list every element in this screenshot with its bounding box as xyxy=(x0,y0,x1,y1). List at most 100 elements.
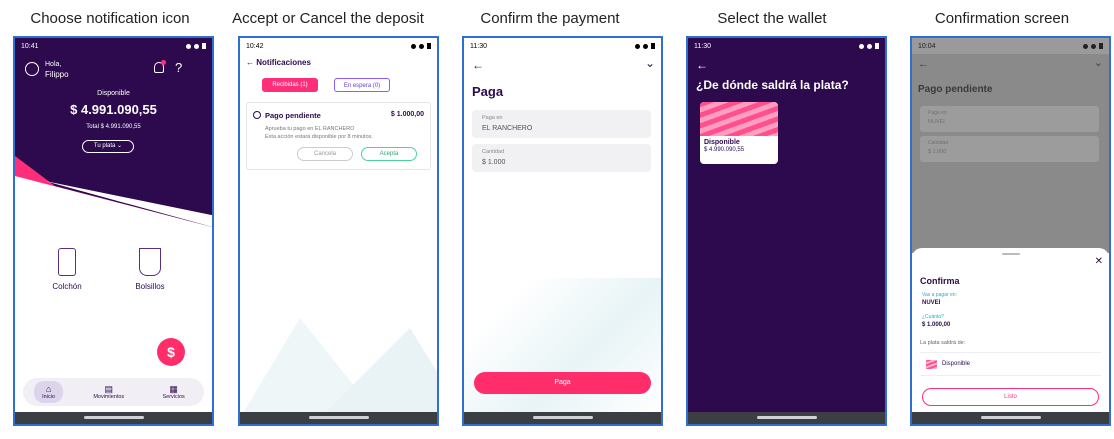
back-arrow-icon[interactable]: ← xyxy=(472,58,484,72)
home-icon: ⌂ xyxy=(45,384,52,394)
background-decoration xyxy=(240,318,437,418)
status-icons xyxy=(186,43,206,49)
status-time: 10:04 xyxy=(918,42,936,50)
system-nav-bar xyxy=(240,412,437,424)
home-header: 10:41 Hola, Filippo ? Disponible $ 4.991… xyxy=(15,38,212,228)
bg-field2-value: $ 1.000 xyxy=(928,149,947,155)
tab-en-espera[interactable]: En espera (0) xyxy=(334,78,390,92)
bottom-nav: ⌂ Inicio ▤ Movimientos ▦ Servicios xyxy=(23,378,204,406)
how-much-label: ¿Cuánto? xyxy=(922,314,944,320)
mattress-icon xyxy=(58,248,76,276)
done-button[interactable]: Listo xyxy=(922,388,1099,406)
pay-button[interactable]: Paga xyxy=(474,372,651,394)
source-label: La plata saldrá de: xyxy=(920,340,966,346)
status-time: 10:42 xyxy=(246,42,264,50)
payment-fab-button[interactable]: $ xyxy=(157,338,185,366)
status-bar: 11:30 xyxy=(464,38,661,54)
accept-button[interactable]: Acepta xyxy=(361,147,417,161)
tile-bolsillos[interactable]: Bolsillos xyxy=(120,248,180,291)
caption-2: Accept or Cancel the deposit xyxy=(232,10,424,27)
merchant-field: Paga en EL RANCHERO xyxy=(472,110,651,138)
background-field-1: Paga en NUVEI xyxy=(920,106,1099,132)
card-desc-line2: Esta acción estará disponible por 8 minu… xyxy=(265,134,373,140)
avatar-icon[interactable] xyxy=(25,62,39,76)
sheet-handle[interactable] xyxy=(1001,253,1020,255)
system-nav-bar xyxy=(464,412,661,424)
tu-plata-button[interactable]: Tu plata ⌄ xyxy=(82,140,134,153)
back-arrow-icon[interactable]: ← xyxy=(696,58,708,72)
pay-to-label: Vas a pagar en: xyxy=(922,292,957,298)
caption-3: Confirm the payment xyxy=(480,10,620,27)
close-icon[interactable]: ✕ xyxy=(1095,256,1103,267)
status-icons xyxy=(411,43,431,49)
nav-movimientos[interactable]: ▤ Movimientos xyxy=(85,381,132,403)
background-field-2: Cantidad $ 1.000 xyxy=(920,136,1099,162)
notification-tabs: Recibidas (1) En espera (0) xyxy=(262,78,429,92)
home-screen: 10:41 Hola, Filippo ? Disponible $ 4.991… xyxy=(13,36,214,426)
bg-field1-label: Paga en xyxy=(928,110,947,116)
receipt-icon: ▤ xyxy=(104,384,113,394)
notification-dot xyxy=(161,60,166,65)
nav-inicio-label: Inicio xyxy=(42,394,55,400)
card-description: Aprueba tu pago en EL RANCHERO Esta acci… xyxy=(265,125,373,141)
confirm-bottom-sheet: ✕ Confirma Vas a pagar en: NUVEI ¿Cuánto… xyxy=(912,248,1109,424)
system-nav-bar xyxy=(15,412,212,424)
merchant-value: EL RANCHERO xyxy=(482,125,533,132)
page-title: Paga xyxy=(472,84,504,99)
status-bar: 10:04 xyxy=(912,38,1109,54)
status-bar: 11:30 xyxy=(688,38,885,54)
chevron-down-icon[interactable]: ⌄ xyxy=(645,56,655,70)
nav-servicios[interactable]: ▦ Servicios xyxy=(155,381,193,403)
status-time: 11:30 xyxy=(694,42,711,50)
flow-board: Choose notification icon Accept or Cance… xyxy=(0,0,1114,439)
wallet-amount: $ 4.990.090,55 xyxy=(704,147,745,153)
nav-servicios-label: Servicios xyxy=(162,394,185,400)
status-icons xyxy=(635,43,655,49)
system-nav-bar xyxy=(912,412,1109,424)
caption-4: Select the wallet xyxy=(717,10,827,27)
available-label: Disponible xyxy=(97,90,130,97)
status-icons xyxy=(859,43,879,49)
tu-plata-label: Tu plata xyxy=(93,143,116,149)
amount-label: Cantidad xyxy=(482,149,505,155)
sheet-title: Confirma xyxy=(920,276,960,286)
amount-field: Cantidad $ 1.000 xyxy=(472,144,651,172)
status-time: 10:41 xyxy=(21,42,39,50)
amount-value: $ 1.000 xyxy=(482,159,506,166)
bg-field1-value: NUVEI xyxy=(928,119,945,125)
status-bar: 10:42 xyxy=(240,38,437,54)
back-arrow-icon: ← xyxy=(918,58,929,70)
pending-payment-card: Pago pendiente $ 1.000,00 Aprueba tu pag… xyxy=(246,102,431,170)
greeting: Hola, Filippo xyxy=(45,60,69,80)
nav-inicio[interactable]: ⌂ Inicio xyxy=(34,381,63,403)
caption-1: Choose notification icon xyxy=(30,10,190,27)
greeting-text: Hola, xyxy=(45,61,62,68)
confirmation-screen: 10:04 ← ⌄ Pago pendiente Paga en NUVEI C… xyxy=(910,36,1111,426)
notifications-screen: 10:42 ← Notificaciones Recibidas (1) En … xyxy=(238,36,439,426)
card-amount: $ 1.000,00 xyxy=(390,111,424,118)
notifications-title: Notificaciones xyxy=(256,58,311,67)
background-title: Pago pendiente xyxy=(918,84,993,95)
card-title: Pago pendiente xyxy=(265,111,321,120)
status-time: 11:30 xyxy=(470,42,487,50)
cancel-button[interactable]: Cancela xyxy=(297,147,353,161)
wallet-card[interactable]: Disponible $ 4.990.090,55 xyxy=(700,102,778,164)
source-wallet-name: Disponible xyxy=(942,361,971,367)
tab-recibidas[interactable]: Recibidas (1) xyxy=(262,78,318,92)
source-wallet-row: Disponible xyxy=(920,352,1101,376)
status-bar: 10:41 xyxy=(15,38,212,54)
bg-field2-label: Cantidad xyxy=(928,140,949,146)
merchant-label: Paga en xyxy=(482,115,503,121)
tile-colchon[interactable]: Colchón xyxy=(37,248,97,291)
wallet-name: Disponible xyxy=(704,139,740,146)
back-arrow-icon[interactable]: ← xyxy=(246,58,254,67)
how-much-value: $ 1.000,00 xyxy=(922,322,951,328)
total-balance: Total $ 4.991.090,55 xyxy=(86,124,141,130)
help-icon[interactable]: ? xyxy=(175,60,182,75)
nav-movimientos-label: Movimientos xyxy=(93,394,125,400)
status-icons xyxy=(1083,43,1103,49)
wallet-question: ¿De dónde saldrá la plata? xyxy=(696,78,849,92)
notifications-header: ← Notificaciones xyxy=(246,58,311,67)
tile-bolsillos-label: Bolsillos xyxy=(135,282,165,291)
caption-5: Confirmation screen xyxy=(934,10,1070,27)
